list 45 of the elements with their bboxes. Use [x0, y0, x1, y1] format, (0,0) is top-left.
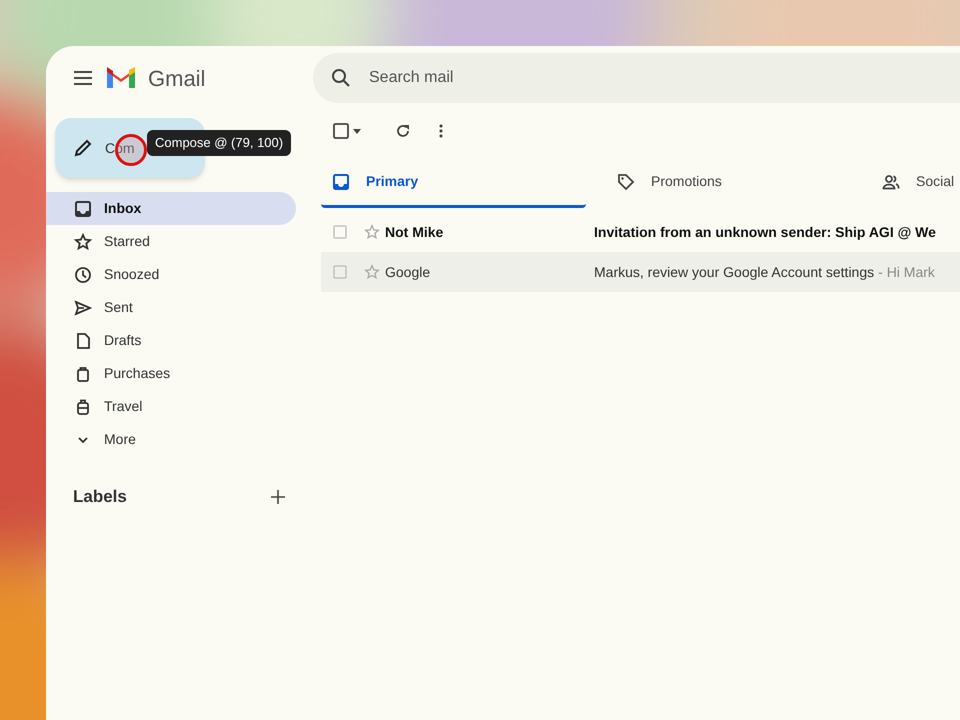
- category-tab[interactable]: Promotions: [606, 158, 871, 208]
- sender: Google: [385, 262, 432, 282]
- nav-item[interactable]: Travel: [46, 390, 296, 423]
- search-icon[interactable]: [331, 68, 351, 88]
- search-field[interactable]: Search mail: [313, 53, 960, 103]
- inbox-icon: [74, 200, 92, 218]
- nav-item[interactable]: More: [46, 423, 296, 456]
- logo-icon: [105, 66, 137, 90]
- chevron-down-icon: [78, 436, 88, 442]
- clock-icon: [74, 266, 92, 284]
- more-options-icon[interactable]: [439, 124, 443, 138]
- nav-item[interactable]: Starred: [46, 225, 296, 258]
- sender: Not Mike: [385, 222, 444, 242]
- star-icon[interactable]: [364, 264, 380, 280]
- nav-item[interactable]: Inbox: [46, 192, 296, 225]
- tag-icon: [617, 172, 635, 190]
- subject: Invitation from an unknown sender: Ship AGI @ We: [594, 222, 936, 242]
- people-icon: [882, 172, 900, 190]
- star-icon: [74, 232, 92, 250]
- refresh-icon[interactable]: [395, 123, 411, 139]
- menu-icon[interactable]: [73, 71, 93, 85]
- subject: Markus, review your Google Account settings: [594, 262, 874, 282]
- plus-icon[interactable]: [271, 490, 285, 504]
- email-row[interactable]: Google Markus, review your Google Account settings - Hi Mark: [321, 252, 960, 292]
- nav-item[interactable]: Snoozed: [46, 258, 296, 291]
- nav-item[interactable]: Sent: [46, 291, 296, 324]
- inbox-icon: [332, 172, 350, 190]
- pencil-icon: [74, 139, 92, 157]
- category-tab[interactable]: Social: [871, 158, 960, 208]
- checkbox-icon[interactable]: [333, 123, 349, 139]
- checkbox-icon[interactable]: [333, 225, 347, 239]
- star-icon[interactable]: [364, 224, 380, 240]
- tooltip: Compose @ (79, 100): [147, 130, 292, 156]
- document-icon: [74, 332, 92, 350]
- nav-item[interactable]: Drafts: [46, 324, 296, 357]
- luggage-icon: [74, 398, 92, 416]
- nav-item[interactable]: Purchases: [46, 357, 296, 390]
- labels-heading: Labels: [73, 486, 127, 508]
- app-name: Gmail: [148, 64, 206, 92]
- snippet: - Hi Mark: [878, 262, 935, 282]
- bag-icon: [74, 364, 92, 382]
- checkbox-icon[interactable]: [333, 265, 347, 279]
- send-icon: [74, 298, 92, 316]
- caret-icon[interactable]: [353, 128, 361, 134]
- category-tab[interactable]: Primary: [321, 158, 586, 208]
